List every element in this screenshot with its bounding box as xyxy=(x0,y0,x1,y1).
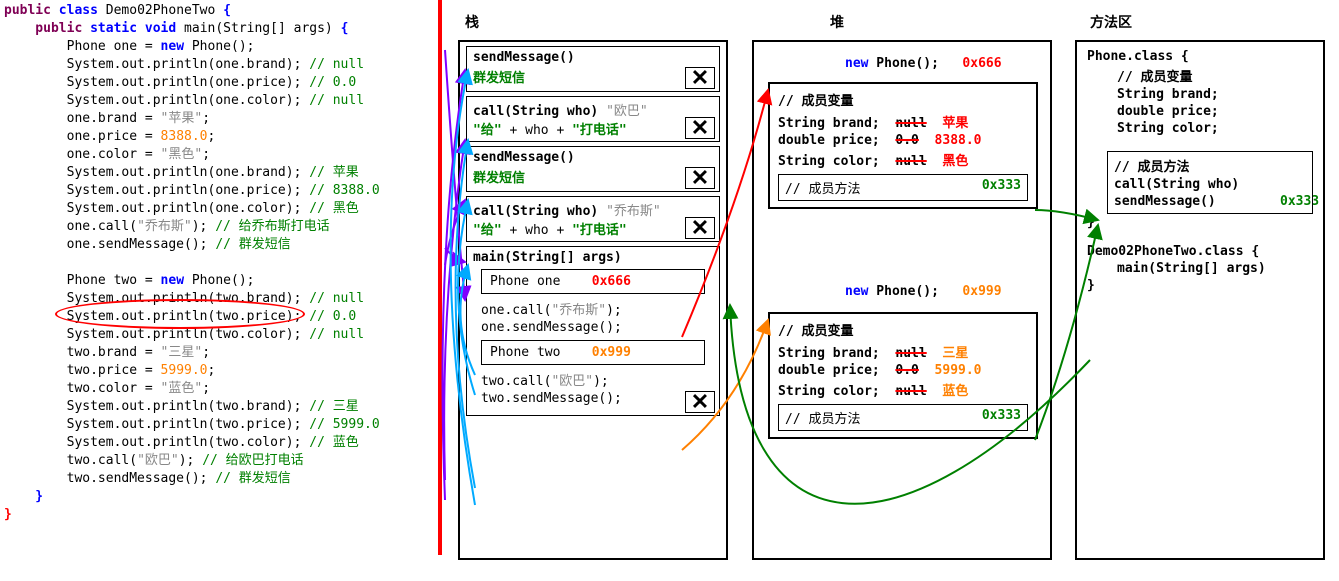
stack-frame-main: main(String[] args) Phone one 0x666 one.… xyxy=(466,246,720,416)
code-line: System.out.println(two.brand); // null xyxy=(0,290,440,308)
code-line: System.out.println(two.color); // null xyxy=(0,326,440,344)
code-line: one.sendMessage(); // 群发短信 xyxy=(0,236,440,254)
code-line: Phone one = new Phone(); xyxy=(0,38,440,56)
close-icon: ✕ xyxy=(685,217,715,239)
code-line: System.out.println(one.price); // 8388.0 xyxy=(0,182,440,200)
code-line: } xyxy=(0,506,440,524)
code-line: one.color = "黑色"; xyxy=(0,146,440,164)
code-line: } xyxy=(0,488,440,506)
heap-label: 堆 xyxy=(830,12,844,32)
stack-panel: sendMessage() 群发短信 ✕ call(String who) "欧… xyxy=(458,40,728,560)
code-line: one.brand = "苹果"; xyxy=(0,110,440,128)
stack-frame-call-1: call(String who) "乔布斯" "给" + who + "打电话"… xyxy=(466,196,720,242)
close-icon: ✕ xyxy=(685,67,715,89)
code-line: System.out.println(one.price); // 0.0 xyxy=(0,74,440,92)
vertical-divider xyxy=(438,0,442,555)
code-line: one.price = 8388.0; xyxy=(0,128,440,146)
code-line: public class Demo02PhoneTwo { xyxy=(0,2,440,20)
code-line: System.out.println(two.price); // 0.0 xyxy=(0,308,440,326)
heap-object-1: // 成员变量 String brand; null 苹果 double pri… xyxy=(768,82,1038,209)
code-line: System.out.println(one.color); // null xyxy=(0,92,440,110)
demo-class-block: Demo02PhoneTwo.class { main(String[] arg… xyxy=(1077,237,1323,300)
code-line: System.out.println(one.brand); // 苹果 xyxy=(0,164,440,182)
stack-frame-call-2: call(String who) "欧巴" "给" + who + "打电话" … xyxy=(466,96,720,142)
code-line: two.call("欧巴"); // 给欧巴打电话 xyxy=(0,452,440,470)
stack-frame-sendmessage-2: sendMessage() 群发短信 ✕ xyxy=(466,46,720,92)
code-line: two.brand = "三星"; xyxy=(0,344,440,362)
code-panel: public class Demo02PhoneTwo { public sta… xyxy=(0,0,440,526)
stack-frame-sendmessage-1: sendMessage() 群发短信 ✕ xyxy=(466,146,720,192)
code-line: System.out.println(one.brand); // null xyxy=(0,56,440,74)
method-area-label: 方法区 xyxy=(1090,12,1132,32)
method-area-panel: Phone.class { // 成员变量 String brand; doub… xyxy=(1075,40,1325,560)
phone-class-block: Phone.class { // 成员变量 String brand; doub… xyxy=(1077,42,1323,237)
heap-object-2: // 成员变量 String brand; null 三星 double pri… xyxy=(768,312,1038,439)
code-line xyxy=(0,254,440,272)
close-icon: ✕ xyxy=(685,391,715,413)
code-line: System.out.println(two.color); // 蓝色 xyxy=(0,434,440,452)
code-line: two.color = "蓝色"; xyxy=(0,380,440,398)
code-line: public static void main(String[] args) { xyxy=(0,20,440,38)
code-line: two.sendMessage(); // 群发短信 xyxy=(0,470,440,488)
code-line: Phone two = new Phone(); xyxy=(0,272,440,290)
var-two-box: Phone two 0x999 xyxy=(481,340,705,365)
code-line: one.call("乔布斯"); // 给乔布斯打电话 xyxy=(0,218,440,236)
code-line: System.out.println(two.price); // 5999.0 xyxy=(0,416,440,434)
code-line: System.out.println(one.color); // 黑色 xyxy=(0,200,440,218)
stack-label: 栈 xyxy=(465,12,479,32)
close-icon: ✕ xyxy=(685,167,715,189)
code-line: System.out.println(two.brand); // 三星 xyxy=(0,398,440,416)
code-line: two.price = 5999.0; xyxy=(0,362,440,380)
close-icon: ✕ xyxy=(685,117,715,139)
heap-panel: // 成员变量 String brand; null 苹果 double pri… xyxy=(752,40,1052,560)
var-one-box: Phone one 0x666 xyxy=(481,269,705,294)
